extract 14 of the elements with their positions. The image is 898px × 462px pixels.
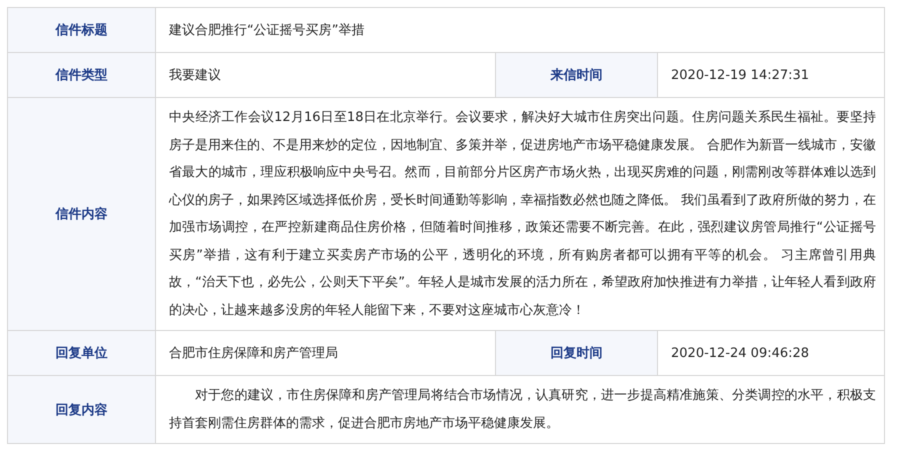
field-label: 回复单位: [8, 330, 156, 376]
field-value: 合肥市住房保障和房产管理局: [156, 330, 496, 376]
field-value: 建议合肥推行“公证摇号买房”举措: [156, 8, 884, 52]
field-label: 信件标题: [8, 8, 156, 52]
field-label: 回复内容: [8, 376, 156, 444]
field-label: 回复时间: [496, 330, 658, 376]
field-label: 信件类型: [8, 52, 156, 98]
field-label: 信件内容: [8, 98, 156, 330]
field-value: 2020-12-24 09:46:28: [658, 330, 884, 376]
field-value: 我要建议: [156, 52, 496, 98]
field-label: 来信时间: [496, 52, 658, 98]
field-paragraph: 对于您的建议，市住房保障和房产管理局将结合市场情况，认真研究，进一步提高精准施策、分类调控的水平，积极支持首套刚需住房群体的需求，促进合肥市房地产市场平稳健康发展。: [156, 376, 884, 444]
field-value: 2020-12-19 14:27:31: [658, 52, 884, 98]
field-paragraph: 中央经济工作会议12月16日至18日在北京举行。会议要求，解决好大城市住房突出问题。住房问题关系民生福祉。要坚持房子是用来住的、不是用来炒的定位，因地制宜、多策并举，促进房地产市场平稳健康发展。 合肥作为新晋一线城市，安徽省最大的城市，理应积极响应中央号召。然而，目前部分片区房产市场火热，出现买房难的问题，刚需刚改等群体难以选到心仪的房子，如果跨区域选择低价房，受长时间通勤等影响，幸福指数必然也随之降低。 我们虽看到了政府所做的努力，在加强市场调控，在严控新建商品住房价格，但随着时间推移，政策还需要不断完善。在此，强烈建议房管局推行“公证摇号买房”举措，这有利于建立买卖房产市场的公平，透明化的环境，所有购房者都可以拥有平等的机会。 习主席曾引用典故，“治天下也，必先公，公则天下平矣”。年轻人是城市发展的活力所在，希望政府加快推进有力举措，让年轻人看到政府的决心，让越来越多没房的年轻人能留下来，不要对这座城市心灰意冷！: [156, 98, 884, 330]
